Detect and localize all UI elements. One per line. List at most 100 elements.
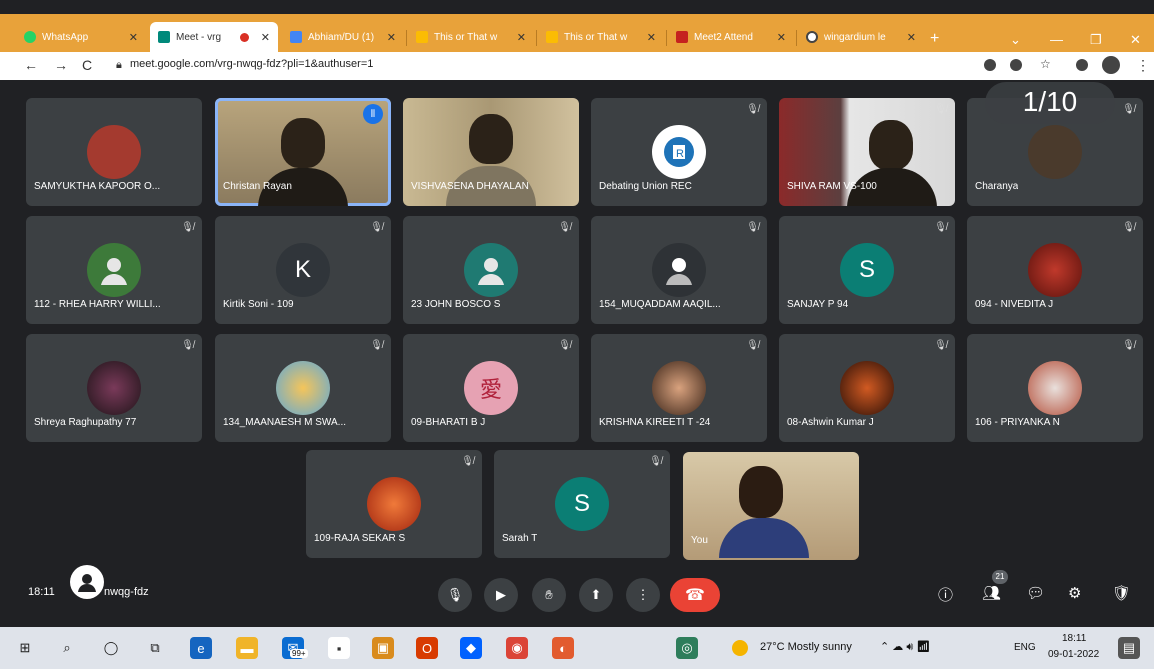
weather-status[interactable]: 27°C Mostly sunny: [760, 641, 852, 653]
minimize-button[interactable]: —: [1050, 32, 1063, 47]
tab-abhiam[interactable]: Abhiam/DU (1) ✕: [282, 22, 404, 52]
tab-meet[interactable]: Meet - vrg ✕: [150, 22, 278, 52]
store-icon[interactable]: ▪: [328, 637, 350, 659]
camera-icon[interactable]: [984, 59, 996, 71]
chat-icon[interactable]: 💬︎: [1026, 584, 1045, 602]
page-indicator[interactable]: 1/10: [985, 82, 1115, 124]
weather-icon: [732, 640, 748, 656]
taskbar-date[interactable]: 09-01-2022: [1048, 649, 1099, 660]
participant-name: Debating Union REC: [599, 181, 692, 192]
mic-off-icon: 🎙︎̸: [649, 456, 662, 467]
participant-tile[interactable]: 🎙︎̸ 08-Ashwin Kumar J: [779, 334, 955, 442]
search-icon[interactable]: ⌕: [56, 637, 78, 659]
forward-button[interactable]: →: [54, 57, 68, 73]
mic-off-icon: 🎙︎̸: [1122, 222, 1135, 233]
participant-tile[interactable]: VISHVASENA DHAYALAN: [403, 98, 579, 206]
participant-tile[interactable]: 🎙︎̸ 154_MUQADDAM AAQIL...: [591, 216, 767, 324]
tab-this-or-that-2[interactable]: This or That w ✕: [538, 22, 664, 52]
reload-button[interactable]: C: [82, 57, 92, 73]
mic-off-icon: 🎙︎̸: [558, 222, 571, 233]
activities-icon[interactable]: ⚙︎: [1068, 584, 1081, 602]
profile-avatar[interactable]: [1102, 56, 1120, 74]
participant-name: 134_MAANAESH M SWA...: [223, 417, 346, 428]
screen: WhatsApp ✕ Meet - vrg ✕ Abhiam/DU (1) ✕ …: [0, 0, 1154, 669]
participant-name: Kirtik Soni - 109: [223, 299, 294, 310]
participant-tile[interactable]: 🎙︎̸ 109-RAJA SEKAR S: [306, 450, 482, 558]
cortana-icon[interactable]: ◯: [100, 637, 122, 659]
windows-start-icon[interactable]: ⊞: [14, 637, 36, 659]
url-field[interactable]: meet.google.com/vrg-nwqg-fdz?pli=1&authu…: [130, 58, 373, 70]
close-icon[interactable]: ✕: [129, 31, 138, 44]
close-icon[interactable]: ✕: [261, 31, 270, 44]
participant-tile[interactable]: 🎙︎̸ Shreya Raghupathy 77: [26, 334, 202, 442]
tab-whatsapp[interactable]: WhatsApp ✕: [16, 22, 146, 52]
participant-name: KRISHNA KIREETI T -24: [599, 417, 711, 428]
kebab-menu-icon[interactable]: ⋮: [1136, 57, 1150, 74]
people-icon[interactable]: 👥︎: [982, 584, 1001, 602]
mic-off-icon: 🎙︎̸: [746, 222, 759, 233]
tab-this-or-that-1[interactable]: This or That w ✕: [408, 22, 534, 52]
tab-wingardium[interactable]: wingardium le ✕: [798, 22, 924, 52]
new-tab-button[interactable]: +: [930, 30, 939, 48]
close-icon[interactable]: ✕: [907, 31, 916, 44]
language-indicator[interactable]: ENG: [1014, 642, 1036, 653]
debating-union-logo: R: [652, 125, 706, 179]
participant-tile[interactable]: S 🎙︎̸ Sarah T: [494, 450, 670, 558]
account-icon[interactable]: [70, 565, 104, 599]
participant-tile[interactable]: ⦀ Christan Rayan: [215, 98, 391, 206]
camera-toggle-button[interactable]: ▶︎: [484, 578, 518, 612]
action-center-icon[interactable]: ▤: [1118, 637, 1140, 659]
avatar: S: [555, 477, 609, 531]
window-close-button[interactable]: ✕: [1130, 32, 1141, 48]
meeting-code: nwqg-fdz: [104, 586, 149, 598]
extensions-icon[interactable]: [1076, 59, 1088, 71]
participant-tile[interactable]: 愛 🎙︎̸ 09-BHARATI B J: [403, 334, 579, 442]
end-call-button[interactable]: ☎︎: [670, 578, 720, 612]
close-icon[interactable]: ✕: [647, 31, 656, 44]
present-screen-button[interactable]: ⬆︎: [579, 578, 613, 612]
video-feed: [719, 518, 809, 558]
dropbox-icon[interactable]: ◆: [460, 637, 482, 659]
drive-icon: [290, 31, 302, 43]
chevron-down-icon[interactable]: ⌄: [1010, 32, 1021, 48]
task-view-icon[interactable]: ⧉: [144, 637, 166, 659]
restore-button[interactable]: ❐: [1090, 32, 1102, 48]
file-explorer-icon[interactable]: ▬: [236, 637, 258, 659]
participant-tile[interactable]: R 🎙︎̸ Debating Union REC: [591, 98, 767, 206]
participant-tile[interactable]: 🎙︎̸ 106 - PRIYANKA N: [967, 334, 1143, 442]
svg-text:R: R: [676, 148, 684, 160]
back-button[interactable]: ←: [24, 57, 38, 73]
screenshot-icon[interactable]: [1010, 59, 1022, 71]
participant-tile[interactable]: 🎙︎̸ 094 - NIVEDITA J: [967, 216, 1143, 324]
office-icon[interactable]: O: [416, 637, 438, 659]
system-tray-icons[interactable]: ⌃ ☁︎ 🔊︎ 📶︎: [880, 640, 930, 654]
app-icon[interactable]: ▣: [372, 637, 394, 659]
close-icon[interactable]: ✕: [777, 31, 786, 44]
star-icon[interactable]: ☆: [1040, 57, 1052, 71]
taskbar-clock[interactable]: 18:11: [1062, 633, 1086, 644]
tab-meet-attend[interactable]: Meet2 Attend ✕: [668, 22, 794, 52]
tab-separator: [796, 30, 797, 46]
participant-tile[interactable]: S 🎙︎̸ SANJAY P 94: [779, 216, 955, 324]
participant-tile[interactable]: 🎙︎̸ KRISHNA KIREETI T -24: [591, 334, 767, 442]
participant-tile[interactable]: K 🎙︎̸ Kirtik Soni - 109: [215, 216, 391, 324]
info-icon[interactable]: ⓘ: [938, 584, 953, 605]
participant-tile[interactable]: 🎙︎̸ 23 JOHN BOSCO S: [403, 216, 579, 324]
participant-count-badge: 21: [992, 570, 1008, 584]
brave-icon[interactable]: ◐: [552, 637, 574, 659]
participant-tile[interactable]: 🎙︎̸ 134_MAANAESH M SWA...: [215, 334, 391, 442]
self-view-tile[interactable]: You: [683, 452, 859, 560]
raise-hand-button[interactable]: ✋︎: [532, 578, 566, 612]
close-icon[interactable]: ✕: [517, 31, 526, 44]
participant-tile[interactable]: SAMYUKTHA KAPOOR O...: [26, 98, 202, 206]
mic-toggle-button[interactable]: 🎙︎: [438, 578, 472, 612]
participant-tile[interactable]: 🎙︎̸ SHIVA RAM VS-100: [779, 98, 955, 206]
participant-name: Christan Rayan: [223, 181, 292, 192]
host-controls-icon[interactable]: 🛡︎: [1112, 584, 1131, 602]
participant-tile[interactable]: 🎙︎̸ 112 - RHEA HARRY WILLI...: [26, 216, 202, 324]
close-icon[interactable]: ✕: [387, 31, 396, 44]
edge-icon[interactable]: e: [190, 637, 212, 659]
more-options-button[interactable]: ⋮: [626, 578, 660, 612]
chrome-icon[interactable]: ◉: [506, 637, 528, 659]
maps-icon[interactable]: ◎: [676, 637, 698, 659]
